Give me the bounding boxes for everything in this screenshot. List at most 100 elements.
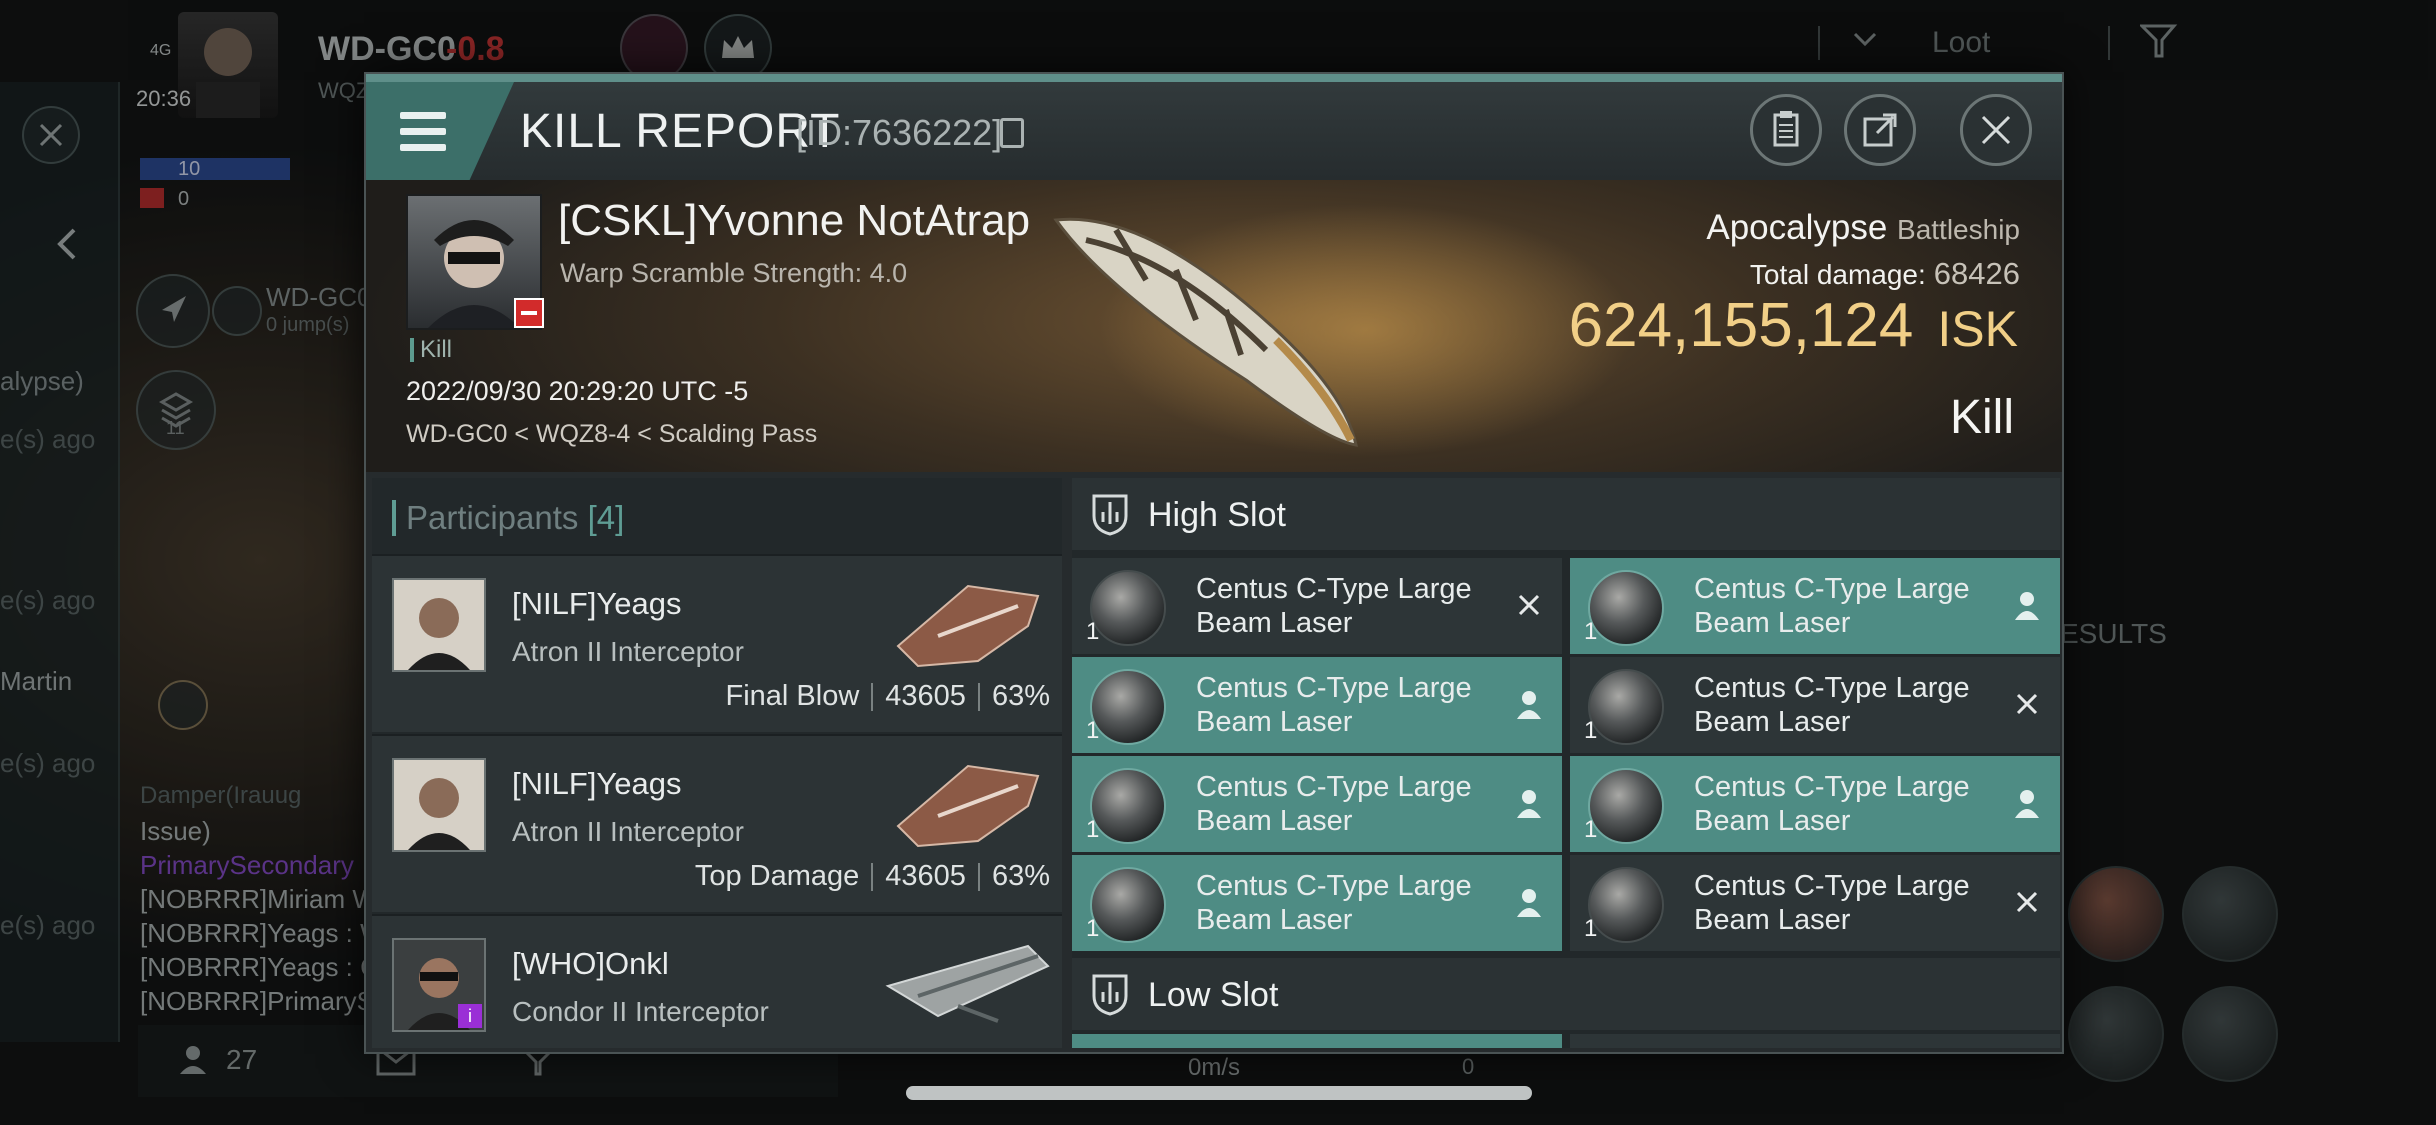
divider	[871, 683, 874, 712]
item-quantity: 1	[1584, 816, 1598, 843]
clipboard-icon	[1773, 111, 1799, 147]
isk-amount: 624,155,124	[1568, 291, 1914, 360]
fitting-item[interactable]	[1072, 1034, 1562, 1048]
condor-ship-icon	[885, 944, 1050, 1023]
victim-name[interactable]: [CSKL]Yvonne NotAtrap	[558, 196, 1030, 246]
item-quantity: 1	[1086, 915, 1100, 942]
participant-role: Top Damage	[694, 860, 860, 892]
high-slot-header: High Slot	[1072, 478, 2060, 550]
outcome-label: Kill	[1949, 391, 2014, 444]
kill-report-window: KILL REPORT [ID:7636222] [CSKL]Yvonne No…	[364, 72, 2064, 1054]
total-damage-value: 68426	[1933, 256, 2020, 291]
item-quantity: 1	[1584, 915, 1598, 942]
dropped-person-icon	[2015, 592, 2039, 620]
item-name: Centus C-Type Large Beam Laser	[1196, 573, 1472, 639]
fitting-item[interactable]: 1 Centus C-Type Large Beam Laser	[1072, 756, 1562, 852]
item-name: Centus C-Type Large Beam Laser	[1196, 672, 1472, 738]
participant-ship: Atron II Interceptor	[512, 816, 744, 847]
participants-panel: Participants [4] [NILF]Yeags Atron II In…	[372, 478, 1062, 1048]
participants-header: Participants [4]	[392, 500, 624, 536]
victim-subtitle: Warp Scramble Strength: 4.0	[560, 258, 908, 288]
ship-type[interactable]: Apocalypse Battleship	[1706, 208, 2020, 248]
participant-portrait[interactable]	[392, 578, 486, 672]
beam-laser-icon	[1090, 768, 1166, 844]
item-quantity: 1	[1584, 717, 1598, 744]
ship-class: Battleship	[1897, 214, 2020, 245]
dropped-person-icon	[2015, 790, 2039, 818]
item-quantity: 1	[1086, 717, 1100, 744]
destroyed-x-icon	[1518, 594, 1540, 616]
fitting-panel: High Slot 1 Centus C-Type Large Beam Lase…	[1072, 478, 2060, 1048]
window-accent-line	[366, 74, 2062, 82]
item-quantity: 1	[1086, 618, 1100, 645]
fitting-item[interactable]: 1 Centus C-Type Large Beam Laser	[1570, 558, 2060, 654]
info-badge-icon: i	[458, 1004, 482, 1028]
divider	[977, 863, 980, 892]
home-indicator[interactable]	[906, 1086, 1532, 1100]
isk-unit: ISK	[1937, 301, 2018, 357]
hamburger-icon-bar	[400, 144, 446, 151]
participant-row[interactable]: i [WHO]Onkl Condor II Interceptor	[372, 914, 1062, 1048]
report-id: [ID:7636222]	[796, 112, 1003, 153]
item-name: Centus C-Type Large Beam Laser	[1694, 573, 1970, 639]
dropped-person-icon	[1517, 691, 1541, 719]
divider	[977, 683, 980, 712]
fitting-item[interactable]: 1 Centus C-Type Large Beam Laser	[1570, 657, 2060, 753]
participant-row[interactable]: [NILF]Yeags Atron II Interceptor Top Dam…	[372, 734, 1062, 912]
fitting-item[interactable]: 1 Centus C-Type Large Beam Laser	[1570, 855, 2060, 951]
item-quantity: 1	[1584, 618, 1598, 645]
participant-stats: Final Blow 43605 63%	[726, 680, 1050, 713]
beam-laser-icon	[1588, 768, 1664, 844]
participant-ship: Condor II Interceptor	[512, 996, 769, 1027]
item-name: Centus C-Type Large Beam Laser	[1694, 672, 1970, 738]
participant-percent: 63%	[991, 860, 1050, 892]
participant-stats: Top Damage 43605 63%	[695, 860, 1050, 893]
ship-name: Apocalypse	[1706, 208, 1888, 247]
low-slot-header: Low Slot	[1072, 958, 2060, 1030]
item-quantity: 1	[1086, 816, 1100, 843]
dropped-person-icon	[1517, 889, 1541, 917]
share-icon	[1863, 113, 1897, 147]
hamburger-icon	[400, 112, 446, 119]
participant-portrait[interactable]: i	[392, 938, 486, 1032]
hostile-badge	[514, 298, 544, 328]
participant-row[interactable]: [NILF]Yeags Atron II Interceptor Final B…	[372, 554, 1062, 732]
atron-ship-icon	[896, 584, 1040, 668]
fitting-item[interactable]: 1 Centus C-Type Large Beam Laser	[1570, 756, 2060, 852]
beam-laser-icon	[1588, 570, 1664, 646]
window-title: KILL REPORT	[520, 105, 841, 158]
participant-ship: Atron II Interceptor	[512, 636, 744, 667]
item-name: Centus C-Type Large Beam Laser	[1694, 870, 1970, 936]
participant-percent: 63%	[991, 680, 1050, 712]
fitting-item[interactable]	[1570, 1034, 2060, 1048]
fitting-item[interactable]: 1 Centus C-Type Large Beam Laser	[1072, 558, 1562, 654]
item-name: Centus C-Type Large Beam Laser	[1694, 771, 1970, 837]
participants-label: Participants	[406, 499, 579, 536]
item-name: Centus C-Type Large Beam Laser	[1196, 870, 1472, 936]
dropped-person-icon	[1517, 790, 1541, 818]
beam-laser-icon	[1090, 867, 1166, 943]
isk-value: 624,155,124 ISK	[1569, 290, 2018, 361]
fitting-item[interactable]: 1 Centus C-Type Large Beam Laser	[1072, 855, 1562, 951]
participant-name: [WHO]Onkl	[512, 946, 669, 981]
participant-damage: 43605	[885, 860, 966, 892]
kill-location[interactable]: WD-GC0 < WQZ8-4 < Scalding Pass	[406, 420, 817, 449]
share-button[interactable]	[1844, 94, 1916, 166]
item-name: Centus C-Type Large Beam Laser	[1196, 771, 1472, 837]
copy-icon[interactable]	[1000, 118, 1024, 148]
close-button[interactable]	[1960, 94, 2032, 166]
beam-laser-icon	[1090, 570, 1166, 646]
ship-render	[1053, 217, 1358, 447]
participants-count: [4]	[587, 499, 625, 536]
destroyed-x-icon	[2016, 693, 2038, 715]
low-slot-icon	[1092, 974, 1128, 1016]
report-log-button[interactable]	[1750, 94, 1822, 166]
divider	[871, 863, 874, 892]
high-slot-label: High Slot	[1148, 496, 1286, 534]
participant-portrait[interactable]	[392, 758, 486, 852]
beam-laser-icon	[1588, 867, 1664, 943]
total-damage-label: Total damage:	[1749, 259, 1926, 290]
beam-laser-icon	[1090, 669, 1166, 745]
high-slot-icon	[1092, 494, 1128, 536]
fitting-item[interactable]: 1 Centus C-Type Large Beam Laser	[1072, 657, 1562, 753]
